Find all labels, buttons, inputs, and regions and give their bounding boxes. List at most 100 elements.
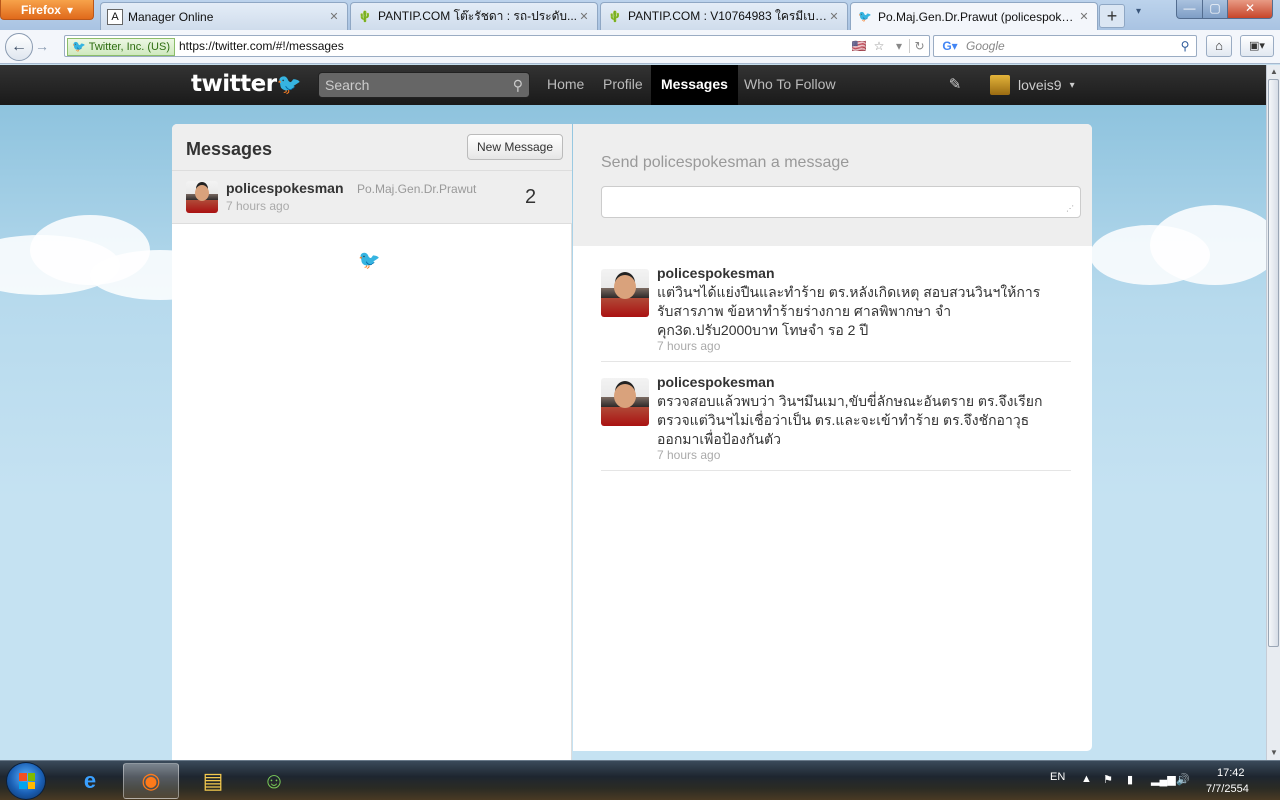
twitter-favicon-icon: 🐦 — [858, 11, 872, 23]
language-indicator[interactable]: EN — [1050, 771, 1065, 783]
tab-title: PANTIP.COM โต๊ะรัชดา : รถ-ประดับ... — [378, 9, 577, 23]
search-engine-box[interactable]: G▾ Google ⚲ — [933, 35, 1197, 57]
new-tab-button[interactable]: + — [1099, 4, 1125, 28]
new-message-button[interactable]: New Message — [467, 134, 563, 160]
chevron-down-icon: ▾ — [66, 2, 74, 17]
conversation-time: 7 hours ago — [226, 199, 290, 213]
search-icon[interactable]: ⚲ — [513, 77, 523, 94]
message-time[interactable]: 7 hours ago — [657, 339, 720, 353]
window-maximize-button[interactable]: ▢ — [1202, 0, 1228, 19]
twitter-bird-icon: 🐦 — [276, 72, 302, 96]
nav-profile[interactable]: Profile — [593, 65, 653, 105]
reload-icon[interactable]: ↻ — [909, 39, 929, 53]
url-text[interactable]: https://twitter.com/#!/messages — [179, 39, 849, 53]
close-tab-icon[interactable]: ✕ — [577, 10, 591, 23]
history-dropdown-icon[interactable]: ▾ — [889, 39, 909, 53]
network-signal-icon[interactable]: ▂▄▆ — [1151, 773, 1176, 786]
message-textarea[interactable]: ⋰ — [601, 186, 1081, 218]
search-magnifier-icon[interactable]: ⚲ — [1174, 39, 1196, 53]
nav-home[interactable]: Home — [537, 65, 594, 105]
bookmarks-menu-icon[interactable]: ▣▾ — [1240, 35, 1274, 57]
send-message-label: Send policespokesman a message — [601, 154, 850, 171]
firefox-menu-label: Firefox — [20, 2, 61, 17]
browser-tab-pantip-2[interactable]: 🌵 PANTIP.COM : V10764983 ใครมีเบอร... ✕ — [600, 2, 848, 30]
avatar — [990, 75, 1010, 95]
nav-messages[interactable]: Messages — [651, 65, 738, 105]
conversation-panel: Send policespokesman a message ⋰ polices… — [573, 124, 1092, 751]
list-all-tabs-icon[interactable]: ▾ — [1136, 6, 1141, 17]
browser-tab-manager-online[interactable]: A Manager Online ✕ — [100, 2, 348, 30]
direct-message: policespokesman แต่วินฯได้แย่งปืนและทำร้… — [601, 263, 1071, 362]
start-button[interactable] — [6, 762, 46, 800]
conversation-message-count: 2 — [525, 186, 537, 208]
power-icon[interactable]: ▮ — [1127, 773, 1133, 786]
search-placeholder: Search — [325, 77, 370, 93]
twitter-logo-text: twitter — [191, 71, 277, 97]
tab-title: Manager Online — [128, 9, 214, 24]
site-identity-label: Twitter, Inc. (US) — [88, 40, 170, 53]
google-icon[interactable]: G▾ — [934, 39, 966, 53]
message-sender[interactable]: policespokesman — [657, 374, 775, 390]
bookmark-star-icon[interactable]: ☆ — [869, 39, 889, 53]
compose-tweet-icon[interactable]: ✎ — [945, 75, 965, 95]
pantip-favicon-icon: 🌵 — [608, 11, 622, 23]
twitter-bird-icon: 🐦 — [72, 41, 86, 53]
close-tab-icon[interactable]: ✕ — [1077, 10, 1091, 23]
message-sender[interactable]: policespokesman — [657, 265, 775, 281]
browser-tab-pantip-1[interactable]: 🌵 PANTIP.COM โต๊ะรัชดา : รถ-ประดับ... ✕ — [350, 2, 598, 30]
conversation-screen-name: policespokesman — [226, 180, 344, 196]
show-hidden-icons-icon[interactable]: ▲ — [1081, 773, 1092, 785]
window-minimize-button[interactable]: — — [1176, 0, 1203, 19]
messages-list-panel: Messages New Message policespokesman Po.… — [172, 124, 572, 760]
address-bar[interactable]: 🐦 Twitter, Inc. (US) https://twitter.com/… — [64, 35, 930, 57]
window-close-button[interactable]: ✕ — [1227, 0, 1273, 19]
tab-title: PANTIP.COM : V10764983 ใครมีเบอร... — [628, 9, 827, 23]
clock-date[interactable]: 7/7/2554 — [1206, 783, 1249, 795]
avatar[interactable] — [601, 269, 649, 317]
message-text: แต่วินฯได้แย่งปืนและทำร้าย ตร.หลังเกิดเห… — [657, 284, 1041, 338]
volume-icon[interactable]: 🔊 — [1176, 773, 1190, 786]
twitter-logo[interactable]: twitter🐦 — [191, 71, 301, 97]
scroll-down-icon[interactable]: ▼ — [1267, 746, 1280, 760]
close-tab-icon[interactable]: ✕ — [827, 10, 841, 23]
messenger-icon[interactable]: ☺ — [246, 763, 302, 799]
browser-navigation-bar: ← → 🐦 Twitter, Inc. (US) https://twitter.… — [0, 30, 1280, 64]
close-tab-icon[interactable]: ✕ — [327, 10, 341, 23]
message-text: ตรวจสอบแล้วพบว่า วินฯมึนเมา,ขับขี่ลักษณะ… — [657, 393, 1043, 447]
clock-time[interactable]: 17:42 — [1217, 767, 1245, 779]
page-title: Messages — [186, 139, 273, 159]
conversation-list-item[interactable]: policespokesman Po.Maj.Gen.Dr.Prawut 7 h… — [172, 171, 572, 224]
internet-explorer-icon[interactable]: e — [62, 763, 118, 799]
browser-tab-twitter[interactable]: 🐦 Po.Maj.Gen.Dr.Prawut (policespokes... … — [850, 2, 1098, 30]
firefox-menu-button[interactable]: Firefox ▾ — [0, 0, 94, 20]
site-identity-badge[interactable]: 🐦 Twitter, Inc. (US) — [67, 37, 175, 56]
avatar — [186, 181, 218, 213]
username: loveis9 — [1018, 77, 1062, 93]
conversation-full-name: Po.Maj.Gen.Dr.Prawut — [357, 182, 477, 196]
search-engine-input[interactable]: Google — [966, 39, 1174, 53]
direct-message: policespokesman ตรวจสอบแล้วพบว่า วินฯมึน… — [601, 372, 1071, 471]
avatar[interactable] — [601, 378, 649, 426]
nav-who-to-follow[interactable]: Who To Follow — [734, 65, 846, 105]
tab-title: Po.Maj.Gen.Dr.Prawut (policespokes... — [878, 9, 1077, 24]
forward-arrow-icon[interactable]: → — [35, 38, 49, 54]
twitter-search-input[interactable]: Search ⚲ — [318, 72, 530, 98]
twitter-topbar: twitter🐦 Search ⚲ Home Profile Messages W… — [0, 65, 1266, 105]
back-arrow-icon[interactable]: ← — [5, 33, 33, 61]
send-message-area: Send policespokesman a message ⋰ — [573, 124, 1092, 246]
scroll-thumb[interactable] — [1268, 79, 1279, 647]
resize-grip-icon[interactable]: ⋰ — [1066, 204, 1074, 213]
windows-logo-icon — [19, 773, 35, 789]
home-icon[interactable]: ⌂ — [1206, 35, 1232, 57]
message-time[interactable]: 7 hours ago — [657, 448, 720, 462]
firefox-taskbar-icon[interactable]: ◉ — [123, 763, 179, 799]
browser-tab-strip: Firefox ▾ A Manager Online ✕ 🌵 PANTIP.COM… — [0, 0, 1280, 30]
file-explorer-icon[interactable]: ▤ — [185, 763, 241, 799]
page-scrollbar[interactable]: ▲ ▼ — [1266, 65, 1280, 760]
manager-online-favicon-icon: A — [107, 8, 123, 25]
windows-taskbar: e ◉ ▤ ☺ EN ▲ ⚑ ▮ ▂▄▆ 🔊 17:42 7/7/2554 — [0, 760, 1280, 800]
pantip-favicon-icon: 🌵 — [358, 11, 372, 23]
user-menu[interactable]: loveis9 ▾ — [990, 65, 1075, 105]
scroll-up-icon[interactable]: ▲ — [1267, 65, 1280, 79]
action-center-flag-icon[interactable]: ⚑ — [1103, 773, 1113, 786]
